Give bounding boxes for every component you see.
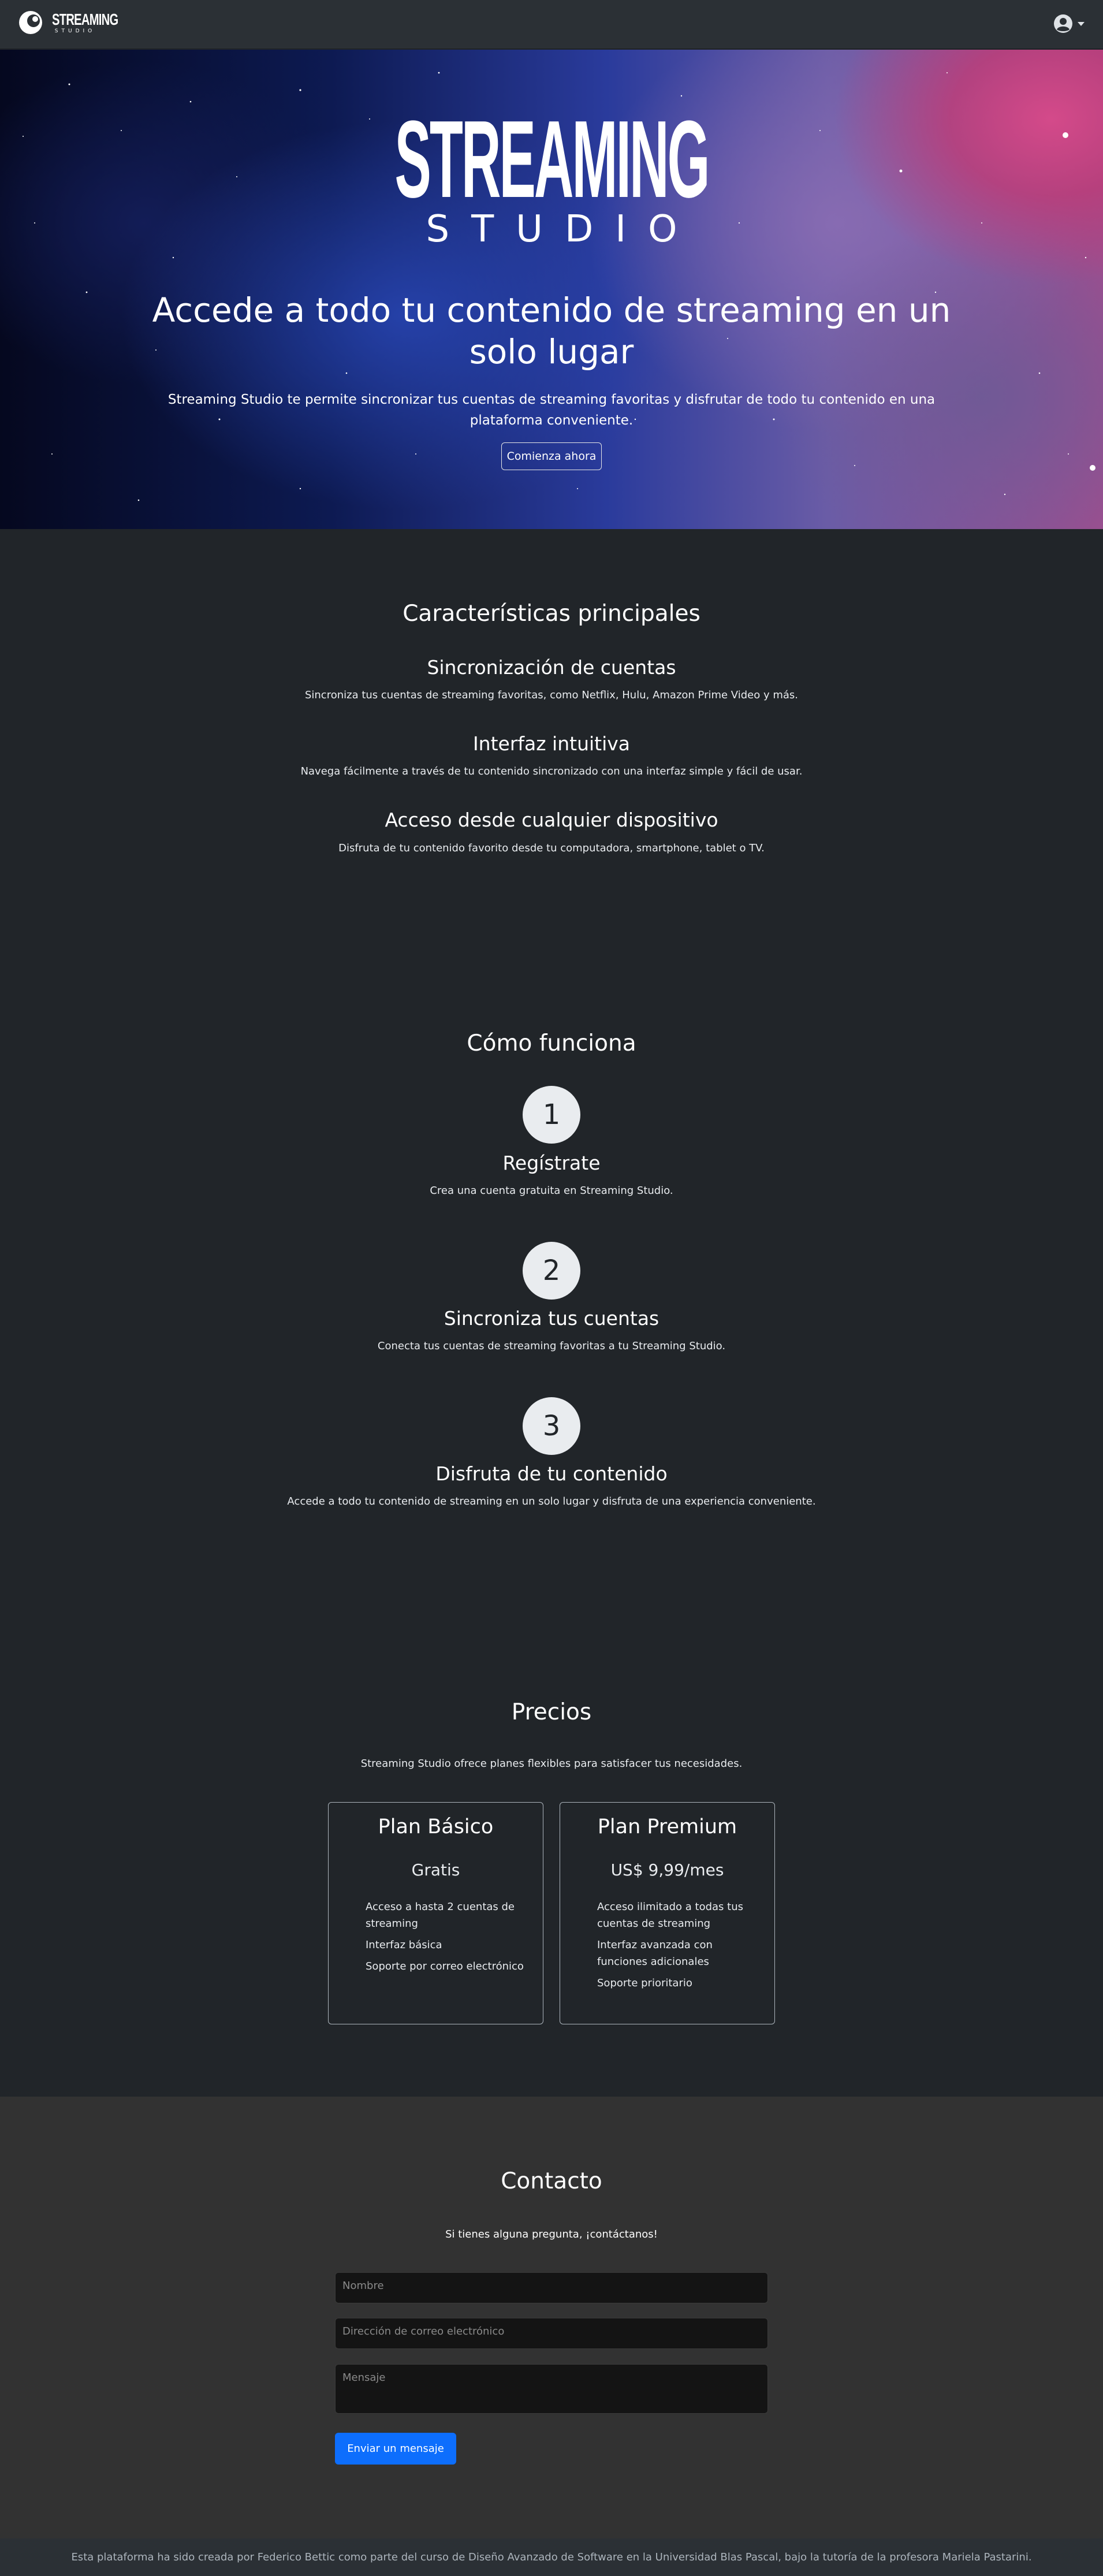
plan-feature: Acceso ilimitado a todas tus cuentas de … bbox=[597, 1901, 743, 1930]
plan-feature: Soporte por correo electrónico bbox=[366, 1960, 524, 1972]
footer-credits: Esta plataforma ha sido creada por Feder… bbox=[71, 2551, 1032, 2563]
message-textarea[interactable]: Mensaje bbox=[335, 2364, 768, 2414]
step-number-badge: 2 bbox=[523, 1242, 580, 1300]
contact-subtitle: Si tienes alguna pregunta, ¡contáctanos! bbox=[445, 2228, 658, 2240]
plan-card-premium: Plan Premium US$ 9,99/mes Acceso ilimita… bbox=[560, 1802, 775, 2024]
contact-title: Contacto bbox=[501, 2168, 602, 2194]
features-title: Características principales bbox=[403, 601, 700, 627]
name-field[interactable]: Nombre bbox=[335, 2272, 768, 2303]
footer: Esta plataforma ha sido creada por Feder… bbox=[0, 2538, 1103, 2576]
plan-name: Plan Básico bbox=[378, 1815, 494, 1838]
step-text: Crea una cuenta gratuita en Streaming St… bbox=[430, 1185, 673, 1197]
plan-price: Gratis bbox=[411, 1860, 460, 1879]
hero-logo-line1: STREAMING bbox=[394, 98, 710, 221]
step-text: Conecta tus cuentas de streaming favorit… bbox=[377, 1340, 726, 1352]
send-message-button[interactable]: Enviar un mensaje bbox=[335, 2433, 456, 2465]
hero-section: STREAMING STUDIO Accede a todo tu conten… bbox=[0, 50, 1103, 529]
hero-subtitle: Streaming Studio te permite sincronizar … bbox=[167, 392, 936, 428]
brand-circle-icon bbox=[19, 11, 42, 34]
plan-feature-list: Acceso ilimitado a todas tus cuentas de … bbox=[597, 1899, 765, 1996]
plan-feature: Interfaz básica bbox=[366, 1939, 442, 1951]
hero-logo: STREAMING STUDIO bbox=[0, 105, 1103, 248]
feature-text: Sincroniza tus cuentas de streaming favo… bbox=[304, 689, 799, 701]
plan-feature: Soporte prioritario bbox=[597, 1977, 692, 1989]
plan-card-basic: Plan Básico Gratis Acceso a hasta 2 cuen… bbox=[328, 1802, 543, 2024]
chevron-down-icon bbox=[1078, 21, 1085, 26]
step-title: Regístrate bbox=[502, 1152, 601, 1174]
plan-feature: Acceso a hasta 2 cuentas de streaming bbox=[366, 1901, 515, 1930]
plan-name: Plan Premium bbox=[597, 1815, 737, 1838]
step-text: Accede a todo tu contenido de streaming … bbox=[287, 1495, 816, 1507]
pricing-subtitle: Streaming Studio ofrece planes flexibles… bbox=[360, 1758, 743, 1770]
navbar-brand: STREAMING STUDIO bbox=[52, 10, 118, 34]
step-number-badge: 3 bbox=[523, 1397, 580, 1455]
plan-feature-list: Acceso a hasta 2 cuentas de streaming In… bbox=[366, 1899, 533, 1979]
feature-title: Sincronización de cuentas bbox=[427, 656, 676, 679]
user-circle-icon bbox=[1054, 14, 1072, 33]
plan-feature: Interfaz avanzada con funciones adiciona… bbox=[597, 1939, 713, 1968]
hero-title: Accede a todo tu contenido de streaming … bbox=[152, 291, 951, 371]
navbar-logo[interactable]: STREAMING STUDIO bbox=[18, 10, 118, 35]
feature-title: Acceso desde cualquier dispositivo bbox=[385, 809, 718, 831]
user-menu-toggle[interactable] bbox=[1053, 14, 1085, 33]
email-field[interactable]: Dirección de correo electrónico bbox=[335, 2318, 768, 2349]
step-title: Sincroniza tus cuentas bbox=[444, 1307, 659, 1330]
step-number-badge: 1 bbox=[523, 1086, 580, 1144]
navbar-brand-line1: STREAMING bbox=[52, 10, 118, 28]
how-it-works-title: Cómo funciona bbox=[467, 1030, 636, 1056]
plan-price: US$ 9,99/mes bbox=[610, 1860, 724, 1879]
pricing-title: Precios bbox=[511, 1699, 592, 1725]
get-started-button[interactable]: Comienza ahora bbox=[501, 442, 602, 470]
feature-title: Interfaz intuitiva bbox=[472, 732, 631, 755]
step-title: Disfruta de tu contenido bbox=[435, 1462, 668, 1485]
feature-text: Disfruta de tu contenido favorito desde … bbox=[338, 842, 765, 854]
navbar-brand-line2: STUDIO bbox=[54, 28, 96, 34]
feature-text: Navega fácilmente a través de tu conteni… bbox=[300, 765, 803, 777]
navbar: STREAMING STUDIO bbox=[0, 0, 1103, 49]
